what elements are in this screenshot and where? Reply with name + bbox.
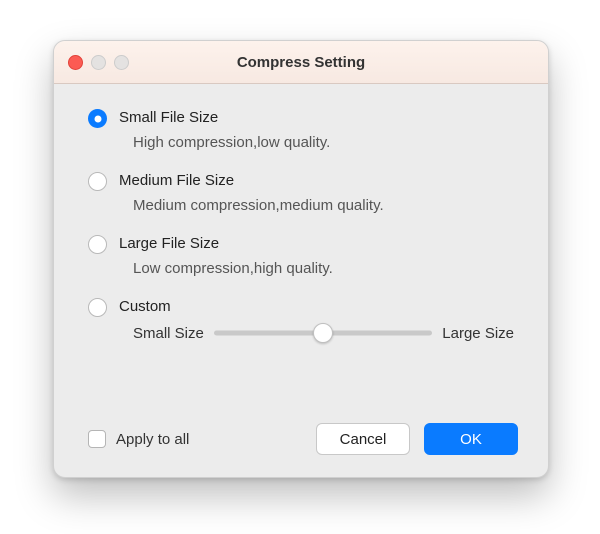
compress-setting-window: Compress Setting Small File Size High co… — [53, 40, 549, 478]
radio-large[interactable] — [88, 235, 107, 254]
custom-slider-row: Small Size Large Size — [133, 323, 514, 343]
dialog-footer: Apply to all Cancel OK — [88, 423, 518, 455]
compression-slider[interactable] — [214, 323, 432, 343]
option-custom-title: Custom — [119, 297, 514, 317]
window-title: Compress Setting — [237, 54, 365, 71]
titlebar: Compress Setting — [54, 41, 548, 84]
option-medium[interactable]: Medium File Size Medium compression,medi… — [88, 171, 514, 214]
close-icon[interactable] — [68, 55, 83, 70]
option-small-title: Small File Size — [119, 108, 330, 128]
option-custom[interactable]: Custom Small Size Large Size — [88, 297, 514, 343]
option-medium-title: Medium File Size — [119, 171, 384, 191]
window-controls — [68, 55, 129, 70]
ok-button[interactable]: OK — [424, 423, 518, 455]
option-medium-desc: Medium compression,medium quality. — [133, 197, 384, 214]
apply-to-all-checkbox[interactable] — [88, 430, 106, 448]
maximize-icon — [114, 55, 129, 70]
cancel-button[interactable]: Cancel — [316, 423, 410, 455]
radio-medium[interactable] — [88, 172, 107, 191]
radio-custom[interactable] — [88, 298, 107, 317]
radio-small[interactable] — [88, 109, 107, 128]
slider-thumb[interactable] — [313, 323, 333, 343]
option-large-title: Large File Size — [119, 234, 333, 254]
slider-right-label: Large Size — [442, 325, 514, 342]
apply-to-all-label: Apply to all — [116, 431, 189, 448]
option-large[interactable]: Large File Size Low compression,high qua… — [88, 234, 514, 277]
option-large-desc: Low compression,high quality. — [133, 260, 333, 277]
dialog-body: Small File Size High compression,low qua… — [54, 84, 548, 343]
minimize-icon — [91, 55, 106, 70]
option-small[interactable]: Small File Size High compression,low qua… — [88, 108, 514, 151]
slider-left-label: Small Size — [133, 325, 204, 342]
option-small-desc: High compression,low quality. — [133, 134, 330, 151]
